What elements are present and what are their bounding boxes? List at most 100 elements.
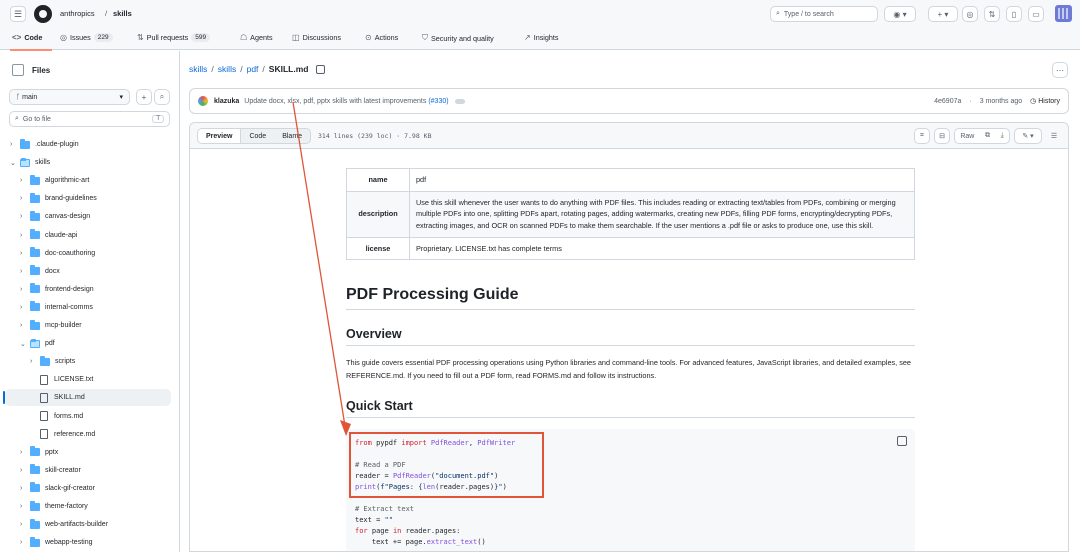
tree-folder[interactable]: › frontend-design xyxy=(20,281,94,298)
tree-folder[interactable]: ⌄ skills xyxy=(10,154,50,171)
commit-message[interactable]: Update docx, xlsx, pdf, pptx skills with… xyxy=(244,98,448,105)
issues-button[interactable]: ◎ xyxy=(962,6,978,22)
chevron-right-icon: › xyxy=(20,521,23,529)
copy-icon[interactable] xyxy=(897,436,907,446)
history-button[interactable]: ◷ History xyxy=(1030,97,1060,105)
create-new-button[interactable]: + ▾ xyxy=(928,6,958,22)
go-to-file-input[interactable]: ⌕ Go to file T xyxy=(9,111,170,127)
commit-sha[interactable]: 4e6907a xyxy=(934,98,961,105)
tree-folder[interactable]: › internal-comms xyxy=(20,299,93,316)
tree-folder[interactable]: › algorithmic-art xyxy=(20,172,89,189)
breadcrumb-separator: / xyxy=(262,64,265,74)
edit-in-codespace-button[interactable]: ⌗ xyxy=(914,128,930,144)
tab-label: Pull requests xyxy=(146,33,189,42)
folder-icon xyxy=(30,229,40,239)
tree-folder[interactable]: › pptx xyxy=(20,444,58,461)
outline-button[interactable]: ☰ xyxy=(1046,128,1062,144)
code-square-icon: ⌗ xyxy=(920,132,924,139)
frontmatter-table: name pdf description Use this skill whenev… xyxy=(346,168,915,261)
repo-owner-link[interactable]: anthropics xyxy=(60,9,95,18)
commit-pr-link[interactable]: (#330) xyxy=(428,98,448,105)
more-options-button[interactable]: ⋯ xyxy=(1052,62,1068,78)
tree-folder[interactable]: › docx xyxy=(20,263,60,280)
tree-folder[interactable]: › web-artifacts-builder xyxy=(20,516,108,533)
tree-folder[interactable]: › doc-coauthoring xyxy=(20,245,95,262)
selected-row-indicator xyxy=(3,391,5,404)
tree-folder[interactable]: › skill-creator xyxy=(20,462,81,479)
code-tab[interactable]: Code xyxy=(241,129,274,143)
user-avatar[interactable] xyxy=(1055,5,1072,22)
copy-path-icon[interactable] xyxy=(316,64,326,74)
file-viewer: Preview Code Blame 314 lines (239 loc) ·… xyxy=(189,122,1069,552)
folder-icon xyxy=(30,482,40,493)
folder-icon xyxy=(40,355,50,366)
plus-icon: + ▾ xyxy=(937,9,949,19)
breadcrumb-separator: / xyxy=(105,9,108,18)
sidebar-toggle-icon[interactable] xyxy=(12,64,24,76)
raw-button[interactable]: Raw xyxy=(960,133,974,140)
tree-item-label: mcp-builder xyxy=(45,322,82,329)
chevron-right-icon: › xyxy=(20,285,23,293)
tree-folder[interactable]: ⌄ pdf xyxy=(20,335,55,352)
tree-folder[interactable]: › scripts xyxy=(30,353,75,370)
add-file-button[interactable]: + xyxy=(136,89,152,105)
tab-security[interactable]: ⛉ Security and quality xyxy=(422,33,494,43)
tree-item-label: canvas-design xyxy=(45,213,91,221)
tree-file[interactable]: reference.md xyxy=(30,426,95,443)
frontmatter-value: pdf xyxy=(409,168,915,192)
commit-author[interactable]: klazuka xyxy=(214,98,239,105)
symbols-icon: ⊟ xyxy=(939,133,945,140)
tree-folder[interactable]: › canvas-design xyxy=(20,208,90,225)
author-avatar[interactable] xyxy=(198,96,208,106)
breadcrumb-pdf-link[interactable]: pdf xyxy=(247,64,259,74)
tree-folder[interactable]: › brand-guidelines xyxy=(20,190,97,207)
chevron-right-icon: › xyxy=(20,195,23,203)
copilot-button[interactable]: ◉ ▾ xyxy=(884,6,916,22)
chevron-right-icon: › xyxy=(20,484,23,492)
tree-file[interactable]: SKILL.md xyxy=(30,389,85,406)
tab-issues[interactable]: ◎ Issues 229 xyxy=(60,33,113,42)
blame-tab[interactable]: Blame xyxy=(274,129,310,143)
frontmatter-key: description xyxy=(346,190,410,238)
symbols-button[interactable]: ⊟ xyxy=(934,128,950,144)
tab-label: Actions xyxy=(374,33,399,42)
tree-item-label: pptx xyxy=(45,448,59,456)
breadcrumb-skills-link[interactable]: skills xyxy=(218,64,236,74)
edit-button[interactable]: ✎ ▾ xyxy=(1014,128,1042,144)
tab-actions[interactable]: ⊙ Actions xyxy=(365,33,398,42)
tree-item-label: algorithmic-art xyxy=(45,177,90,185)
breadcrumb-repo-link[interactable]: skills xyxy=(189,64,207,74)
download-icon[interactable]: ⤓ xyxy=(1001,132,1004,140)
copy-icon[interactable]: ⧉ xyxy=(985,132,990,140)
tree-folder[interactable]: › .claude-plugin xyxy=(10,136,79,153)
copilot-icon: ◉ ▾ xyxy=(893,9,907,19)
tab-pull-requests[interactable]: ⇅ Pull requests 599 xyxy=(137,33,211,42)
tree-folder[interactable]: › mcp-builder xyxy=(20,317,82,334)
tree-folder[interactable]: › slack-gif-creator xyxy=(20,480,95,497)
inbox-button[interactable]: ▭ xyxy=(1028,6,1044,22)
github-logo-icon[interactable] xyxy=(34,5,52,23)
tab-agents[interactable]: ☖ Agents xyxy=(240,33,273,42)
agent-icon: ☖ xyxy=(240,33,248,42)
tab-discussions[interactable]: ◫ Discussions xyxy=(292,33,341,42)
tab-insights[interactable]: ↗ Insights xyxy=(524,33,558,42)
chevron-right-icon: › xyxy=(20,231,23,239)
search-input[interactable]: ⌕ Type / to search xyxy=(770,6,878,22)
repo-name-link[interactable]: skills xyxy=(113,9,132,18)
pull-requests-button[interactable]: ⇅ xyxy=(984,6,1000,22)
tree-folder[interactable]: › theme-factory xyxy=(20,498,88,515)
search-files-button[interactable]: ⌕ xyxy=(154,89,170,105)
expand-commit-icon[interactable] xyxy=(454,98,465,104)
tree-file[interactable]: forms.md xyxy=(30,408,83,425)
branch-selector[interactable]: ᚴ main ▾ xyxy=(9,89,130,105)
menu-icon[interactable]: ☰ xyxy=(10,6,26,22)
tree-folder[interactable]: › claude-api xyxy=(20,227,77,244)
tab-code[interactable]: <> Code xyxy=(12,33,42,42)
file-tree-sidebar: Files ᚴ main ▾ + ⌕ ⌕ Go to file T › .clau… xyxy=(0,51,180,552)
tree-item-label: SKILL.md xyxy=(54,394,85,402)
tree-file[interactable]: LICENSE.txt xyxy=(30,371,93,388)
tree-folder[interactable]: › webapp-testing xyxy=(20,534,92,551)
history-label: History xyxy=(1038,98,1060,105)
preview-tab[interactable]: Preview xyxy=(198,129,242,143)
repositories-button[interactable]: ▯ xyxy=(1006,6,1022,22)
